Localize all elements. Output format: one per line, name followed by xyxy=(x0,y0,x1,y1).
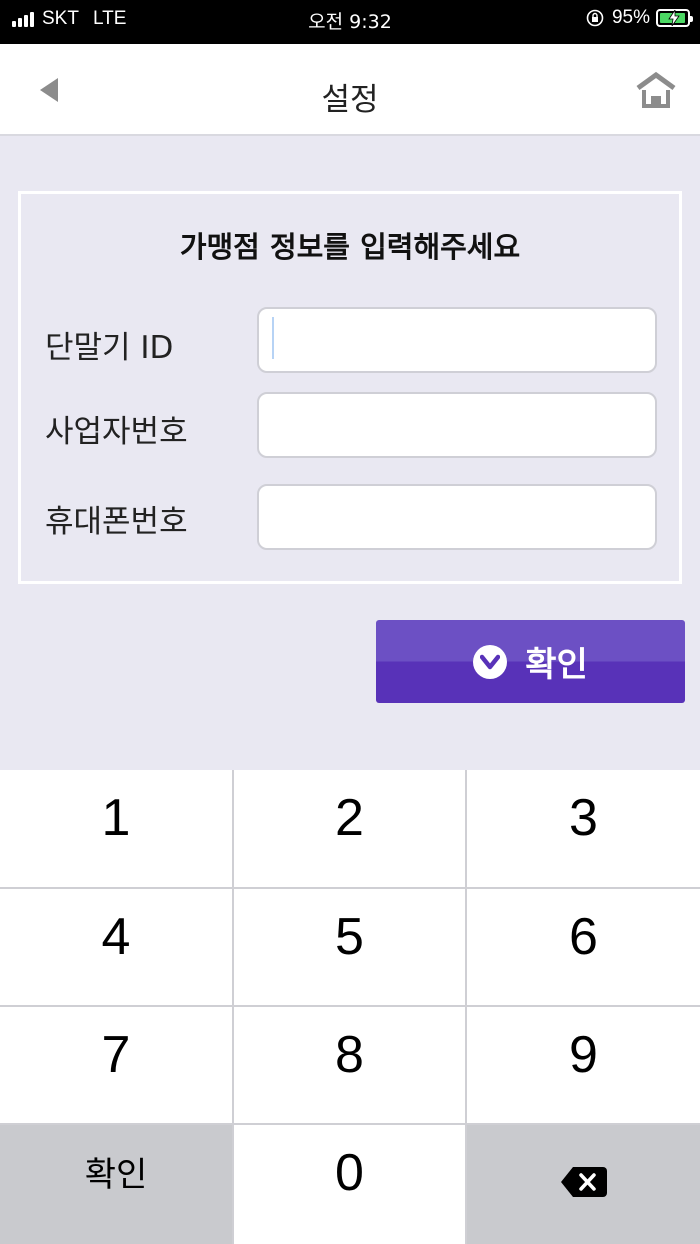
home-button[interactable] xyxy=(634,70,678,110)
key-3-label: 3 xyxy=(569,789,598,847)
terminal-id-label: 단말기 ID xyxy=(45,330,174,366)
form-heading: 가맹점 정보를 입력해주세요 xyxy=(179,230,521,264)
key-5[interactable]: 5 xyxy=(234,889,465,1005)
key-4-label: 4 xyxy=(101,908,131,966)
key-6-label: 6 xyxy=(569,908,598,966)
key-2-label: 2 xyxy=(335,789,364,847)
backspace-icon xyxy=(560,1167,607,1197)
key-7-label: 7 xyxy=(101,1026,131,1084)
merchant-info-form: 가맹점 정보를 입력해주세요 단말기 ID 사업자번호 휴대폰번호 xyxy=(18,191,682,584)
key-8-label: 8 xyxy=(335,1026,364,1084)
key-1-label: 1 xyxy=(101,789,131,847)
key-6[interactable]: 6 xyxy=(467,889,700,1005)
confirm-button-label: 확인 xyxy=(525,645,588,685)
home-icon xyxy=(636,71,676,108)
key-0-label: 0 xyxy=(335,1144,364,1202)
keypad-confirm-key[interactable]: 확인 xyxy=(0,1125,232,1244)
rotation-lock-icon xyxy=(586,9,604,27)
key-3[interactable]: 3 xyxy=(467,770,700,887)
key-2[interactable]: 2 xyxy=(234,770,465,887)
check-circle-icon xyxy=(473,644,508,679)
header: 설정 xyxy=(0,44,700,136)
terminal-id-input[interactable] xyxy=(257,307,657,373)
key-0[interactable]: 0 xyxy=(234,1125,465,1244)
battery-percent: 95% xyxy=(611,7,650,28)
key-7[interactable]: 7 xyxy=(0,1007,232,1123)
keypad-confirm-label: 확인 xyxy=(84,1155,148,1195)
text-cursor xyxy=(272,317,274,359)
key-4[interactable]: 4 xyxy=(0,889,232,1005)
key-9-label: 9 xyxy=(569,1026,598,1084)
back-arrow-icon xyxy=(40,78,58,102)
business-number-label: 사업자번호 xyxy=(45,414,188,450)
key-1[interactable]: 1 xyxy=(0,770,232,887)
status-bar: SKT LTE 오전 9:32 95% xyxy=(0,0,700,44)
status-right: 95% xyxy=(586,7,693,29)
key-5-label: 5 xyxy=(335,908,364,966)
back-button[interactable] xyxy=(30,72,70,108)
phone-number-input[interactable] xyxy=(257,484,657,550)
business-number-input[interactable] xyxy=(257,392,657,458)
key-8[interactable]: 8 xyxy=(234,1007,465,1123)
confirm-button[interactable]: 확인 xyxy=(376,620,685,703)
numeric-keypad: 1 2 3 4 5 6 7 8 9 확인 0 xyxy=(0,770,700,1244)
battery-icon xyxy=(656,9,693,27)
page-title: 설정 xyxy=(321,82,379,118)
key-9[interactable]: 9 xyxy=(467,1007,700,1123)
backspace-key[interactable] xyxy=(467,1125,700,1244)
phone-number-label: 휴대폰번호 xyxy=(45,504,188,540)
